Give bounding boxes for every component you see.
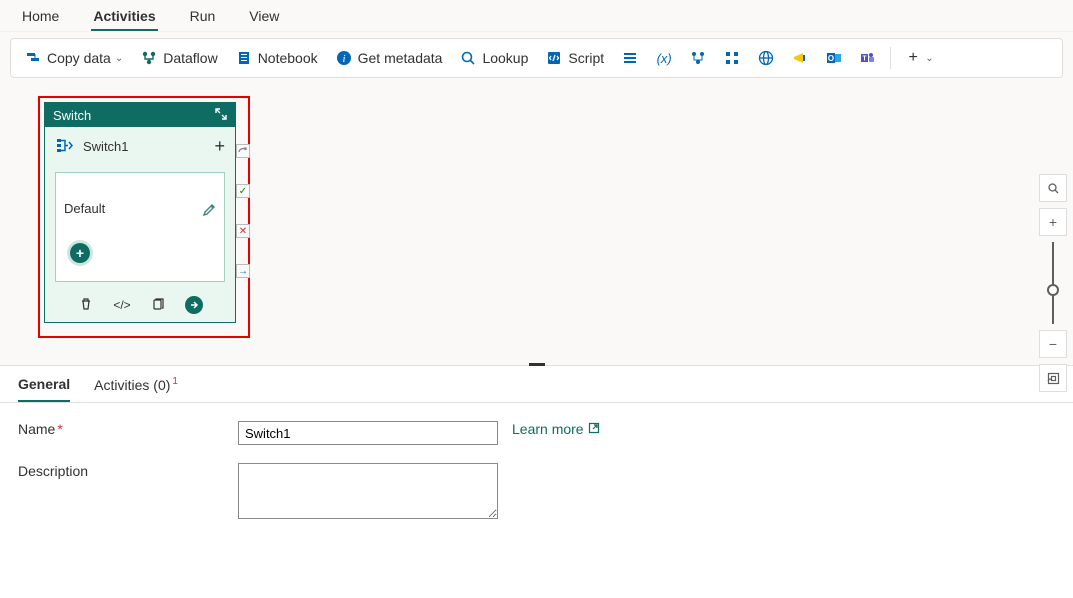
notebook-icon <box>236 50 252 66</box>
add-activity-button[interactable]: + <box>70 243 90 263</box>
toolbar-script-label: Script <box>568 50 604 66</box>
delete-icon[interactable] <box>77 297 95 314</box>
default-case-box[interactable]: Default + <box>55 172 225 282</box>
toolbar-notebook[interactable]: Notebook <box>228 46 326 70</box>
toolbar-get-metadata-label: Get metadata <box>358 50 443 66</box>
toolbar-copy-data-label: Copy data <box>47 50 111 66</box>
add-case-icon[interactable]: + <box>214 136 225 157</box>
menu-run[interactable]: Run <box>188 6 218 31</box>
toolbar-teams[interactable]: T <box>852 46 884 70</box>
tab-activities-badge: 1 <box>172 376 178 387</box>
svg-text:T: T <box>863 56 868 63</box>
script-icon <box>546 50 562 66</box>
toolbar-lookup-label: Lookup <box>482 50 528 66</box>
toolbar-extra-6[interactable] <box>784 46 816 70</box>
toolbar-lookup[interactable]: Lookup <box>452 46 536 70</box>
handle-failure[interactable]: ✕ <box>236 224 250 238</box>
toolbar-add[interactable]: + ⌄ <box>897 46 941 70</box>
zoom-out-button[interactable]: − <box>1039 330 1067 358</box>
panel-collapse-button[interactable]: ⌃ <box>1045 376 1055 390</box>
switch-activity-card[interactable]: Switch Switch1 + Default + <box>44 102 236 323</box>
canvas-search-button[interactable] <box>1039 174 1067 202</box>
activities-toolbar-wrap: Copy data ⌄ Dataflow Notebook i Get m <box>0 32 1073 84</box>
pipeline-canvas[interactable]: Switch Switch1 + Default + <box>0 84 1073 366</box>
toolbar-dataflow[interactable]: Dataflow <box>133 46 225 70</box>
outlook-icon: O <box>826 50 842 66</box>
copy-icon[interactable] <box>149 297 167 314</box>
canvas-zoom-rail: + − <box>1039 174 1067 398</box>
zoom-in-button[interactable]: + <box>1039 208 1067 236</box>
toolbar-separator <box>890 47 891 69</box>
activities-toolbar: Copy data ⌄ Dataflow Notebook i Get m <box>10 38 1063 78</box>
tab-activities-prefix: Activities ( <box>94 377 158 393</box>
handle-completion[interactable]: → <box>236 264 250 278</box>
toolbar-copy-data[interactable]: Copy data ⌄ <box>17 46 131 70</box>
search-icon <box>460 50 476 66</box>
tab-activities-suffix: ) <box>166 377 171 393</box>
activity-footer: </> <box>45 290 235 322</box>
handle-success[interactable]: ✓ <box>236 184 250 198</box>
menu-view[interactable]: View <box>247 6 281 31</box>
expand-icon[interactable] <box>215 108 227 123</box>
pipeline-icon <box>690 50 706 66</box>
toolbar-variable[interactable]: (x) <box>648 46 680 70</box>
activity-title-row: Switch1 + <box>45 127 235 166</box>
name-label: Name* <box>18 421 238 437</box>
plus-icon: + <box>905 50 921 66</box>
toolbar-notebook-label: Notebook <box>258 50 318 66</box>
activity-name-label: Switch1 <box>83 139 129 154</box>
info-icon: i <box>336 50 352 66</box>
tab-activities[interactable]: Activities (0)1 <box>94 377 176 401</box>
activity-output-handles: ✓ ✕ → <box>236 144 250 278</box>
learn-more-label: Learn more <box>512 421 584 437</box>
tab-activities-count: 0 <box>158 377 166 393</box>
top-menubar: Home Activities Run View <box>0 0 1073 32</box>
menu-activities[interactable]: Activities <box>91 6 157 31</box>
chevron-down-icon: ⌄ <box>115 53 123 64</box>
zoom-slider-knob[interactable] <box>1047 284 1059 296</box>
handle-skip[interactable] <box>236 144 250 158</box>
menu-home[interactable]: Home <box>20 6 61 31</box>
toolbar-extra-3[interactable] <box>682 46 714 70</box>
grid-icon <box>724 50 740 66</box>
toolbar-get-metadata[interactable]: i Get metadata <box>328 46 451 70</box>
properties-tabs: General Activities (0)1 ⌃ <box>0 366 1073 403</box>
teams-icon: T <box>860 50 876 66</box>
variable-icon: (x) <box>656 50 672 66</box>
copy-data-icon <box>25 50 41 66</box>
edit-pencil-icon[interactable] <box>202 203 216 220</box>
toolbar-outlook[interactable]: O <box>818 46 850 70</box>
name-input[interactable] <box>238 421 498 445</box>
megaphone-icon <box>792 50 808 66</box>
toolbar-web[interactable] <box>750 46 782 70</box>
svg-text:O: O <box>828 54 834 63</box>
toolbar-dataflow-label: Dataflow <box>163 50 217 66</box>
switch-icon <box>55 135 75 158</box>
toolbar-extra-1[interactable] <box>614 46 646 70</box>
globe-icon <box>758 50 774 66</box>
description-label: Description <box>18 463 238 479</box>
learn-more-link[interactable]: Learn more <box>512 421 600 437</box>
svg-text:i: i <box>342 53 345 65</box>
tab-general[interactable]: General <box>18 376 70 402</box>
external-link-icon <box>588 421 600 437</box>
list-icon <box>622 50 638 66</box>
toolbar-extra-4[interactable] <box>716 46 748 70</box>
activity-header: Switch <box>45 103 235 127</box>
description-input[interactable] <box>238 463 498 519</box>
code-icon[interactable]: </> <box>113 298 131 312</box>
default-case-label: Default <box>64 201 216 216</box>
zoom-slider-track[interactable] <box>1052 242 1054 324</box>
dataflow-icon <box>141 50 157 66</box>
run-icon[interactable] <box>185 296 203 314</box>
toolbar-script[interactable]: Script <box>538 46 612 70</box>
activity-type-label: Switch <box>53 108 91 123</box>
chevron-down-icon: ⌄ <box>925 53 933 64</box>
general-form: Name* Learn more Description <box>0 403 1073 555</box>
properties-panel: General Activities (0)1 ⌃ Name* Learn mo… <box>0 366 1073 555</box>
